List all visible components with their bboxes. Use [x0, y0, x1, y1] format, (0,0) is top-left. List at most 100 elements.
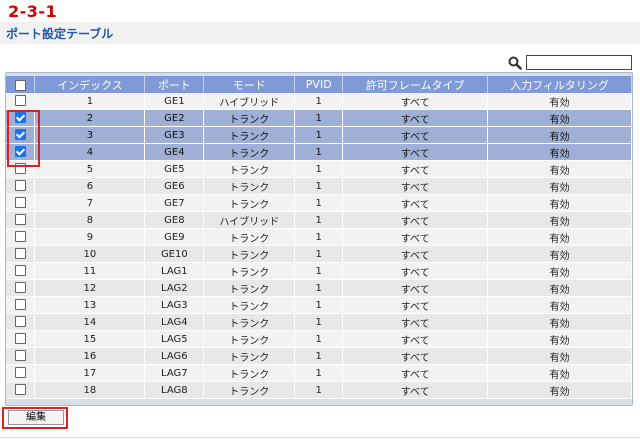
cell-ingress-filter: 有効: [487, 245, 632, 263]
table-row[interactable]: 2 GE2 トランク 1 すべて 有効: [6, 109, 632, 127]
cell-select[interactable]: [6, 347, 36, 365]
cell-select[interactable]: [6, 313, 36, 331]
row-checkbox[interactable]: [14, 163, 26, 175]
row-checkbox[interactable]: [14, 316, 26, 328]
search-icon[interactable]: [508, 56, 522, 70]
cell-frame-type: すべて: [342, 194, 489, 212]
row-checkbox[interactable]: [14, 333, 26, 345]
table-row[interactable]: 13 LAG3 トランク 1 すべて 有効: [6, 296, 632, 314]
cell-mode: ハイブリッド: [203, 211, 296, 229]
cell-select[interactable]: [6, 245, 36, 263]
table-row[interactable]: 10 GE10 トランク 1 すべて 有効: [6, 245, 632, 263]
cell-select[interactable]: [6, 177, 36, 195]
table-row[interactable]: 3 GE3 トランク 1 すべて 有効: [6, 126, 632, 144]
row-checkbox[interactable]: [14, 231, 26, 243]
header-index[interactable]: インデックス: [34, 76, 146, 93]
row-checkbox[interactable]: [14, 95, 26, 107]
cell-pvid: 1: [294, 330, 344, 348]
cell-select[interactable]: [6, 109, 36, 127]
table-row[interactable]: 17 LAG7 トランク 1 すべて 有効: [6, 364, 632, 382]
table-row[interactable]: 11 LAG1 トランク 1 すべて 有効: [6, 262, 632, 280]
cell-pvid: 1: [294, 177, 344, 195]
row-checkbox[interactable]: [14, 197, 26, 209]
cell-ingress-filter: 有効: [487, 126, 632, 144]
cell-port: LAG3: [144, 296, 205, 314]
table-row[interactable]: 6 GE6 トランク 1 すべて 有効: [6, 177, 632, 195]
table-row[interactable]: 18 LAG8 トランク 1 すべて 有効: [6, 381, 632, 399]
row-checkbox[interactable]: [14, 129, 26, 141]
cell-index: 18: [34, 381, 146, 399]
table-row[interactable]: 5 GE5 トランク 1 すべて 有効: [6, 160, 632, 178]
cell-frame-type: すべて: [342, 364, 489, 382]
cell-index: 10: [34, 245, 146, 263]
cell-frame-type: すべて: [342, 228, 489, 246]
table-row[interactable]: 7 GE7 トランク 1 すべて 有効: [6, 194, 632, 212]
row-checkbox[interactable]: [14, 112, 26, 124]
cell-ingress-filter: 有効: [487, 143, 632, 161]
cell-mode: トランク: [203, 313, 296, 331]
cell-mode: ハイブリッド: [203, 93, 296, 110]
cell-select[interactable]: [6, 194, 36, 212]
row-checkbox[interactable]: [14, 180, 26, 192]
cell-pvid: 1: [294, 279, 344, 297]
row-checkbox[interactable]: [14, 146, 26, 158]
row-checkbox[interactable]: [14, 367, 26, 379]
row-checkbox[interactable]: [14, 248, 26, 260]
row-checkbox[interactable]: [14, 282, 26, 294]
cell-select[interactable]: [6, 228, 36, 246]
cell-frame-type: すべて: [342, 381, 489, 399]
cell-port: GE8: [144, 211, 205, 229]
cell-frame-type: すべて: [342, 177, 489, 195]
row-checkbox[interactable]: [14, 299, 26, 311]
search-input[interactable]: [526, 55, 632, 70]
cell-frame-type: すべて: [342, 347, 489, 365]
cell-select[interactable]: [6, 296, 36, 314]
table-row[interactable]: 15 LAG5 トランク 1 すべて 有効: [6, 330, 632, 348]
table-row[interactable]: 9 GE9 トランク 1 すべて 有効: [6, 228, 632, 246]
row-checkbox[interactable]: [14, 214, 26, 226]
cell-select[interactable]: [6, 211, 36, 229]
table-row[interactable]: 12 LAG2 トランク 1 すべて 有効: [6, 279, 632, 297]
row-checkbox[interactable]: [14, 350, 26, 362]
cell-select[interactable]: [6, 330, 36, 348]
cell-ingress-filter: 有効: [487, 313, 632, 331]
cell-select[interactable]: [6, 381, 36, 399]
cell-select[interactable]: [6, 160, 36, 178]
table-row[interactable]: 8 GE8 ハイブリッド 1 すべて 有効: [6, 211, 632, 229]
cell-index: 4: [34, 143, 146, 161]
cell-index: 17: [34, 364, 146, 382]
header-select-all[interactable]: [6, 76, 36, 93]
cell-index: 6: [34, 177, 146, 195]
cell-frame-type: すべて: [342, 93, 489, 110]
header-ingress-filter[interactable]: 入力フィルタリング: [487, 76, 632, 93]
cell-frame-type: すべて: [342, 330, 489, 348]
cell-select[interactable]: [6, 93, 36, 110]
table-row[interactable]: 14 LAG4 トランク 1 すべて 有効: [6, 313, 632, 331]
table-row[interactable]: 1 GE1 ハイブリッド 1 すべて 有効: [6, 93, 632, 110]
cell-port: GE4: [144, 143, 205, 161]
cell-select[interactable]: [6, 126, 36, 144]
cell-mode: トランク: [203, 364, 296, 382]
header-port[interactable]: ポート: [144, 76, 205, 93]
header-mode[interactable]: モード: [203, 76, 296, 93]
cell-mode: トランク: [203, 347, 296, 365]
edit-button[interactable]: 編集: [8, 410, 64, 425]
select-all-checkbox[interactable]: [14, 79, 26, 91]
row-checkbox[interactable]: [14, 265, 26, 277]
cell-frame-type: すべて: [342, 245, 489, 263]
row-checkbox[interactable]: [14, 384, 26, 396]
header-pvid[interactable]: PVID: [294, 76, 344, 93]
cell-ingress-filter: 有効: [487, 194, 632, 212]
cell-mode: トランク: [203, 381, 296, 399]
cell-select[interactable]: [6, 143, 36, 161]
cell-select[interactable]: [6, 279, 36, 297]
cell-frame-type: すべて: [342, 143, 489, 161]
cell-port: GE3: [144, 126, 205, 144]
cell-select[interactable]: [6, 262, 36, 280]
table-row[interactable]: 16 LAG6 トランク 1 すべて 有効: [6, 347, 632, 365]
header-frame-type[interactable]: 許可フレームタイプ: [342, 76, 489, 93]
table-row[interactable]: 4 GE4 トランク 1 すべて 有効: [6, 143, 632, 161]
cell-index: 1: [34, 93, 146, 110]
cell-select[interactable]: [6, 364, 36, 382]
cell-mode: トランク: [203, 126, 296, 144]
